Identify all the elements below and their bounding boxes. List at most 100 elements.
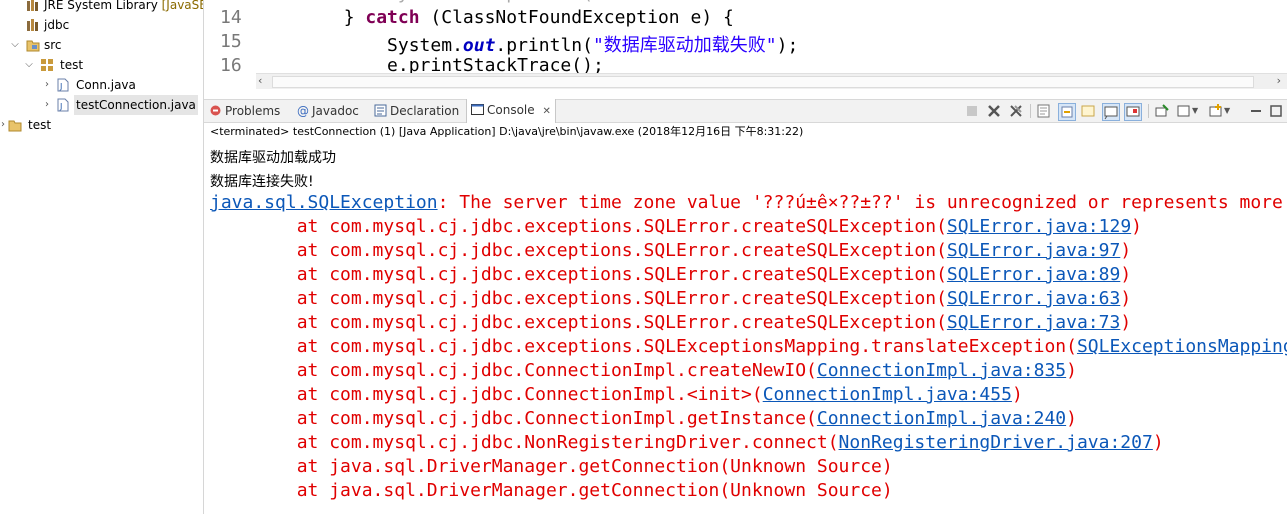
open-console-icon[interactable] (1208, 103, 1224, 119)
chevron-down-icon[interactable]: ⌵ (24, 55, 34, 75)
stack-frame-end: ) (1131, 216, 1142, 237)
console-output[interactable]: 数据库驱动加载成功 数据库连接失败! java.sql.SQLException… (204, 143, 1287, 514)
exception-message: : The server time zone value '???ú±ê×??±… (437, 192, 1283, 213)
stack-frame-end: ) (1120, 288, 1132, 309)
console-stdout-line: 数据库连接失败! (210, 174, 314, 190)
project-icon (8, 118, 22, 132)
stack-frame-line: at com.mysql.cj.jdbc.exceptions.SQLExcep… (210, 336, 1287, 357)
terminate-icon[interactable] (964, 103, 980, 119)
stack-frame-end: ) (1120, 240, 1132, 261)
word-wrap-icon[interactable] (1080, 103, 1096, 119)
scrollbar-thumb[interactable] (272, 76, 1254, 88)
maximize-icon[interactable] (1268, 103, 1284, 119)
tree-item-label: testConnection.java (74, 95, 198, 115)
stack-frame-source-link[interactable]: SQLExceptionsMapping.java:76 (1077, 336, 1287, 357)
stack-frame-text: at java.sql.DriverManager.getConnection(… (210, 480, 893, 501)
stack-frame-text: at com.mysql.cj.jdbc.ConnectionImpl.<ini… (210, 384, 763, 405)
stack-frame-line: at com.mysql.cj.jdbc.NonRegisteringDrive… (210, 432, 1164, 453)
stack-frame-source-link[interactable]: NonRegisteringDriver.java:207 (839, 432, 1153, 453)
stack-frame-end: ) (1066, 408, 1077, 429)
minimize-icon[interactable] (1248, 103, 1264, 119)
stack-frame-text: at com.mysql.cj.jdbc.exceptions.SQLError… (210, 312, 947, 333)
tab-console[interactable]: Console ✕ (466, 99, 556, 123)
stack-frame-line: at java.sql.DriverManager.getConnection(… (210, 480, 893, 501)
display-selected-console-icon[interactable] (1176, 103, 1192, 119)
tree-item-label: src (44, 38, 62, 52)
stack-frame-end: ) (1120, 312, 1132, 333)
toolbar-separator (1148, 104, 1149, 118)
stack-frame-end: ) (1011, 384, 1023, 405)
stack-frame-text: at com.mysql.cj.jdbc.exceptions.SQLError… (210, 216, 947, 237)
stack-frame-line: at com.mysql.cj.jdbc.exceptions.SQLError… (210, 240, 1131, 261)
exception-line: java.sql.SQLException: The server time z… (210, 192, 1287, 213)
svg-text:J: J (59, 102, 62, 111)
stack-frame-text: at com.mysql.cj.jdbc.exceptions.SQLError… (210, 288, 947, 309)
stack-frame-source-link[interactable]: SQLError.java:73 (947, 312, 1120, 333)
problems-icon (209, 102, 222, 116)
chevron-right-icon[interactable]: › (42, 95, 52, 115)
code-editor[interactable]: 14 15 16 System.out.println( } catch (Cl… (204, 0, 1287, 92)
tree-item-decoration: [JavaSE (161, 0, 204, 12)
stack-frame-text: at com.mysql.cj.jdbc.exceptions.SQLExcep… (210, 336, 1077, 357)
chevron-down-icon[interactable]: ⌵ (10, 35, 20, 55)
stack-frame-line: at com.mysql.cj.jdbc.exceptions.SQLError… (210, 264, 1131, 285)
tree-item-label: test (28, 118, 52, 132)
stack-frame-source-link[interactable]: ConnectionImpl.java:455 (763, 384, 1012, 405)
pin-console-icon[interactable] (1154, 103, 1170, 119)
console-process-label: <terminated> testConnection (1) [Java Ap… (210, 125, 804, 138)
scroll-left-icon[interactable]: ‹ (258, 74, 262, 87)
stack-frame-source-link[interactable]: SQLError.java:129 (947, 216, 1131, 237)
remove-launch-icon[interactable] (986, 103, 1002, 119)
stack-frame-text: at com.mysql.cj.jdbc.ConnectionImpl.crea… (210, 360, 817, 381)
stack-frame-text: at com.mysql.cj.jdbc.NonRegisteringDrive… (210, 432, 839, 453)
stack-frame-source-link[interactable]: SQLError.java:63 (947, 288, 1120, 309)
package-folder-icon (26, 18, 40, 32)
tree-item-label: jdbc (44, 18, 70, 32)
show-console-on-stderr-icon[interactable] (1124, 103, 1142, 121)
console-stdout-line: 数据库驱动加载成功 (210, 150, 336, 166)
clear-console-icon[interactable] (1036, 103, 1052, 119)
code-line-partial: System.out.println( (257, 0, 593, 4)
declaration-icon (374, 102, 387, 117)
stack-frame-end: ) (1120, 264, 1132, 285)
close-tab-icon[interactable]: ✕ (542, 106, 550, 117)
stack-frame-source-link[interactable]: ConnectionImpl.java:240 (817, 408, 1066, 429)
svg-text:@: @ (297, 104, 309, 117)
chevron-right-icon[interactable]: › (42, 75, 52, 95)
package-explorer: JRE System Library [JavaSE jdbc ⌵ src ⌵ … (0, 0, 204, 514)
show-console-on-stdout-icon[interactable] (1102, 103, 1120, 121)
stack-frame-line: at com.mysql.cj.jdbc.ConnectionImpl.crea… (210, 360, 1077, 381)
tree-item-label: Conn.java (76, 78, 136, 92)
tab-problems[interactable]: Problems (209, 100, 280, 122)
stack-frame-source-link[interactable]: SQLError.java:89 (947, 264, 1120, 285)
tab-declaration[interactable]: Declaration (374, 100, 459, 122)
stack-frame-line: at com.mysql.cj.jdbc.exceptions.SQLError… (210, 288, 1131, 309)
package-icon (40, 58, 54, 72)
stack-frame-source-link[interactable]: SQLError.java:97 (947, 240, 1120, 261)
stack-frame-text: at com.mysql.cj.jdbc.exceptions.SQLError… (210, 264, 947, 285)
code-line: System.out.println("数据库驱动加载失败"); (257, 35, 799, 56)
stack-frame-line: at com.mysql.cj.jdbc.ConnectionImpl.<ini… (210, 384, 1023, 405)
source-folder-icon (26, 38, 40, 52)
stack-frame-line: at java.sql.DriverManager.getConnection(… (210, 456, 893, 477)
stack-frame-line: at com.mysql.cj.jdbc.ConnectionImpl.getI… (210, 408, 1077, 429)
stack-frame-line: at com.mysql.cj.jdbc.exceptions.SQLError… (210, 216, 1142, 237)
stack-frame-source-link[interactable]: ConnectionImpl.java:835 (817, 360, 1066, 381)
remove-all-terminated-icon[interactable] (1008, 103, 1024, 119)
tab-javadoc[interactable]: @ Javadoc (296, 100, 359, 122)
view-tab-bar: Problems @ Javadoc Declaration Console ✕ … (204, 99, 1287, 123)
chevron-down-icon[interactable]: ▼ (1224, 103, 1240, 119)
java-file-icon: J (56, 78, 70, 92)
scroll-right-icon[interactable]: › (1277, 74, 1281, 87)
horizontal-scrollbar[interactable]: ‹ › (256, 73, 1287, 89)
exception-type-link[interactable]: java.sql.SQLException (210, 192, 438, 213)
chevron-right-icon[interactable]: › (0, 115, 8, 135)
stack-frame-end: ) (1152, 432, 1164, 453)
javadoc-icon: @ (296, 102, 309, 118)
stack-frame-text: at java.sql.DriverManager.getConnection(… (210, 456, 893, 477)
chevron-down-icon[interactable]: ▼ (1192, 103, 1208, 119)
code-line: } catch (ClassNotFoundException e) { (257, 7, 734, 28)
scroll-lock-icon[interactable] (1058, 103, 1076, 121)
stack-frame-text: at com.mysql.cj.jdbc.ConnectionImpl.getI… (210, 408, 817, 429)
tree-item-label: test (60, 58, 84, 72)
